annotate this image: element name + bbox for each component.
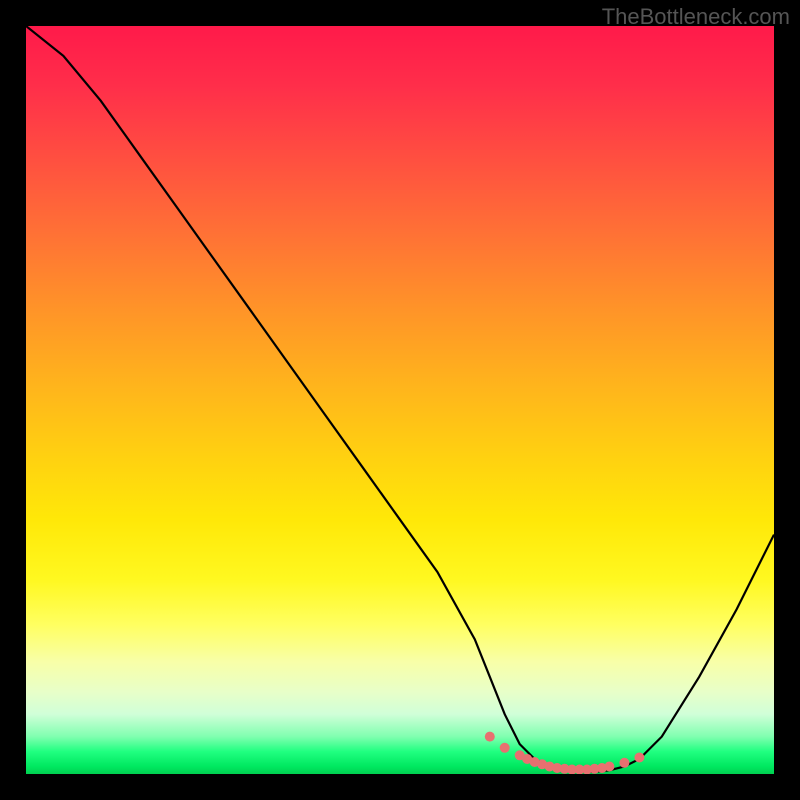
highlight-dot bbox=[634, 753, 644, 763]
chart-svg bbox=[26, 26, 774, 774]
highlight-dot bbox=[485, 732, 495, 742]
highlight-dot bbox=[500, 743, 510, 753]
highlight-dot bbox=[619, 758, 629, 768]
plot-area bbox=[26, 26, 774, 774]
watermark-text: TheBottleneck.com bbox=[602, 4, 790, 30]
highlight-dot bbox=[604, 762, 614, 772]
curve-line bbox=[26, 26, 774, 772]
